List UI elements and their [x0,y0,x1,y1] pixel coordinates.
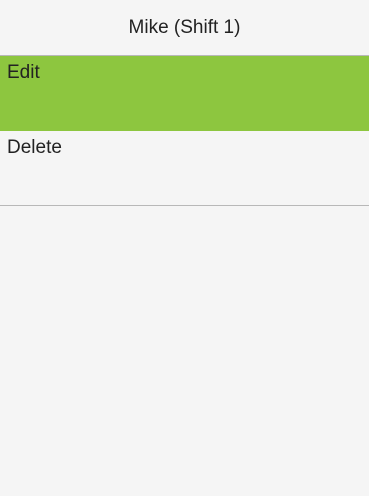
page-title: Mike (Shift 1) [0,0,369,56]
menu-item-delete[interactable]: Delete [0,131,369,206]
screen: Mike (Shift 1) Edit Delete [0,0,369,496]
menu-item-edit[interactable]: Edit [0,56,369,131]
options-menu: Edit Delete [0,56,369,206]
